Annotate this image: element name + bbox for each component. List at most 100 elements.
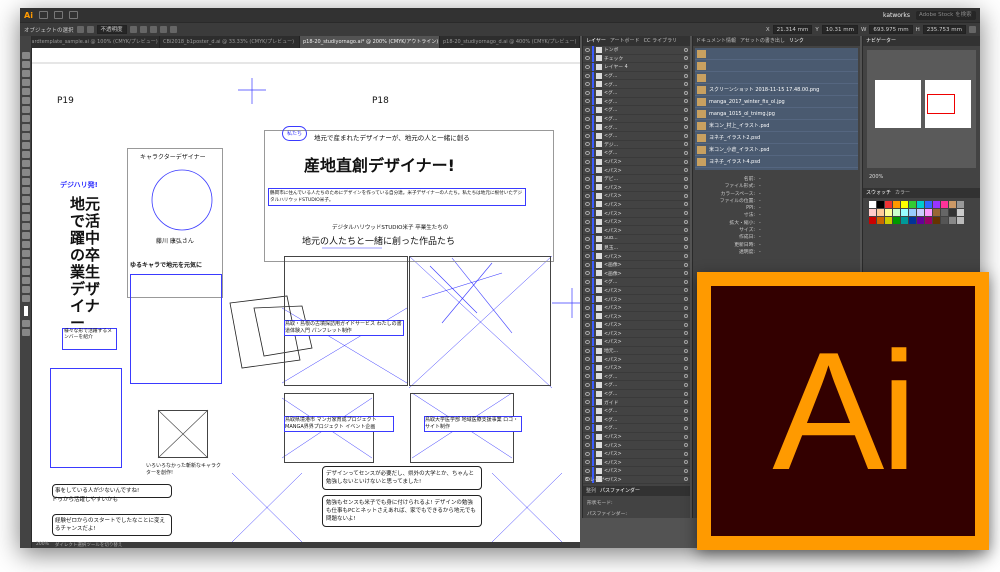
visibility-icon[interactable] <box>585 357 590 362</box>
layer-row[interactable]: <グ... <box>583 372 690 382</box>
brush-icon[interactable] <box>68 11 78 19</box>
eyedropper-tool-icon[interactable] <box>21 232 30 239</box>
color-swatch[interactable] <box>909 217 916 224</box>
layer-row[interactable]: <パス> <box>583 295 690 304</box>
target-icon[interactable] <box>684 245 688 250</box>
link-item[interactable]: スクリーンショット 2018-11-15 17.48.00.png <box>695 84 858 96</box>
layer-row[interactable]: <パス> <box>583 363 690 373</box>
target-icon[interactable] <box>684 297 688 302</box>
layer-row[interactable]: <グ... <box>583 131 690 141</box>
mesh-tool-icon[interactable] <box>21 214 30 221</box>
artboard-tool-icon[interactable] <box>21 268 30 275</box>
layer-row[interactable]: <グ... <box>583 406 690 416</box>
symbol-sprayer-tool-icon[interactable] <box>21 250 30 257</box>
layer-row[interactable]: <パス> <box>583 458 690 468</box>
layer-row[interactable]: <パス> <box>583 329 690 339</box>
target-icon[interactable] <box>684 185 688 190</box>
layer-row[interactable]: <画像> <box>583 269 690 279</box>
navigator-preview[interactable] <box>867 50 976 168</box>
perspective-grid-tool-icon[interactable] <box>21 205 30 212</box>
slice-tool-icon[interactable] <box>21 277 30 284</box>
layer-row[interactable]: <グ... <box>583 80 690 89</box>
tab-document-3[interactable]: p18-20_studiyornago.ai* @ 200% (CMYK/アウト… <box>300 36 440 48</box>
work-image-2[interactable] <box>409 256 551 386</box>
transform-icon[interactable] <box>969 26 976 33</box>
color-swatch[interactable] <box>941 201 948 208</box>
layer-row[interactable]: <パス> <box>583 303 690 313</box>
pencil-tool-icon[interactable] <box>21 142 30 149</box>
layer-row[interactable]: <パス> <box>583 226 690 236</box>
tab-navigator[interactable]: ナビゲーター <box>866 37 896 45</box>
target-icon[interactable] <box>684 374 688 379</box>
h-field[interactable]: 235.753 mm <box>922 25 966 34</box>
color-swatch[interactable] <box>909 201 916 208</box>
type-tool-icon[interactable] <box>21 106 30 113</box>
target-icon[interactable] <box>684 219 688 224</box>
layer-row[interactable]: デビ... <box>583 174 690 184</box>
layer-row[interactable]: トンボ <box>583 45 690 55</box>
target-icon[interactable] <box>684 211 688 216</box>
target-icon[interactable] <box>684 133 688 138</box>
layer-row[interactable]: デジ... <box>583 140 690 150</box>
target-icon[interactable] <box>684 202 688 207</box>
visibility-icon[interactable] <box>585 47 590 52</box>
target-icon[interactable] <box>684 443 688 448</box>
layer-row[interactable]: <グ... <box>583 97 690 107</box>
target-icon[interactable] <box>684 64 688 69</box>
visibility-icon[interactable] <box>585 125 590 130</box>
navigator-view-box[interactable] <box>927 94 955 114</box>
tab-color[interactable]: カラー <box>895 189 910 197</box>
target-icon[interactable] <box>684 382 688 387</box>
target-icon[interactable] <box>684 417 688 422</box>
visibility-icon[interactable] <box>585 116 590 121</box>
visibility-icon[interactable] <box>585 262 590 267</box>
target-icon[interactable] <box>684 125 688 130</box>
layer-row[interactable]: <グ... <box>583 148 690 158</box>
color-swatch[interactable] <box>885 217 892 224</box>
visibility-icon[interactable] <box>585 150 590 155</box>
target-icon[interactable] <box>684 400 688 405</box>
target-icon[interactable] <box>684 107 688 112</box>
opacity-field[interactable]: 不透明度 <box>96 25 127 34</box>
layer-row[interactable]: <パス> <box>583 183 690 193</box>
visibility-icon[interactable] <box>585 331 590 336</box>
visibility-icon[interactable] <box>585 82 590 87</box>
visibility-icon[interactable] <box>585 314 590 319</box>
visibility-icon[interactable] <box>585 99 590 104</box>
target-icon[interactable] <box>684 348 688 353</box>
color-swatch[interactable] <box>933 217 940 224</box>
target-icon[interactable] <box>684 305 688 310</box>
target-icon[interactable] <box>684 159 688 164</box>
target-icon[interactable] <box>684 322 688 327</box>
layer-row[interactable]: <グ... <box>583 105 690 115</box>
gradient-tool-icon[interactable] <box>21 223 30 230</box>
align-icon[interactable] <box>159 26 167 33</box>
zoom-tool-icon[interactable] <box>21 295 30 302</box>
layer-row[interactable]: <画像> <box>583 260 690 270</box>
target-icon[interactable] <box>684 176 688 181</box>
layout-icon[interactable] <box>53 11 63 19</box>
visibility-icon[interactable] <box>585 254 590 259</box>
tab-asset-export[interactable]: アセットの書き出し <box>740 37 785 45</box>
visibility-icon[interactable] <box>585 185 590 190</box>
tab-pathfinder[interactable]: パスファインダー <box>600 487 640 495</box>
color-swatch[interactable] <box>925 217 932 224</box>
layer-row[interactable]: <パス> <box>583 337 690 347</box>
color-swatch[interactable] <box>877 209 884 216</box>
layer-row[interactable]: ガイド <box>583 398 690 407</box>
target-icon[interactable] <box>684 391 688 396</box>
layer-row[interactable]: <パス> <box>583 209 690 218</box>
lasso-tool-icon[interactable] <box>21 79 30 86</box>
layer-row[interactable]: <グ... <box>583 389 690 399</box>
layer-row[interactable]: <パス> <box>583 466 690 476</box>
target-icon[interactable] <box>684 288 688 293</box>
rotate-tool-icon[interactable] <box>21 160 30 167</box>
tab-cc-libraries[interactable]: CC ライブラリ <box>644 37 678 45</box>
paintbrush-tool-icon[interactable] <box>21 133 30 140</box>
target-icon[interactable] <box>684 434 688 439</box>
target-icon[interactable] <box>684 254 688 259</box>
target-icon[interactable] <box>684 460 688 465</box>
visibility-icon[interactable] <box>585 90 590 95</box>
color-swatch[interactable] <box>877 201 884 208</box>
visibility-icon[interactable] <box>585 305 590 310</box>
